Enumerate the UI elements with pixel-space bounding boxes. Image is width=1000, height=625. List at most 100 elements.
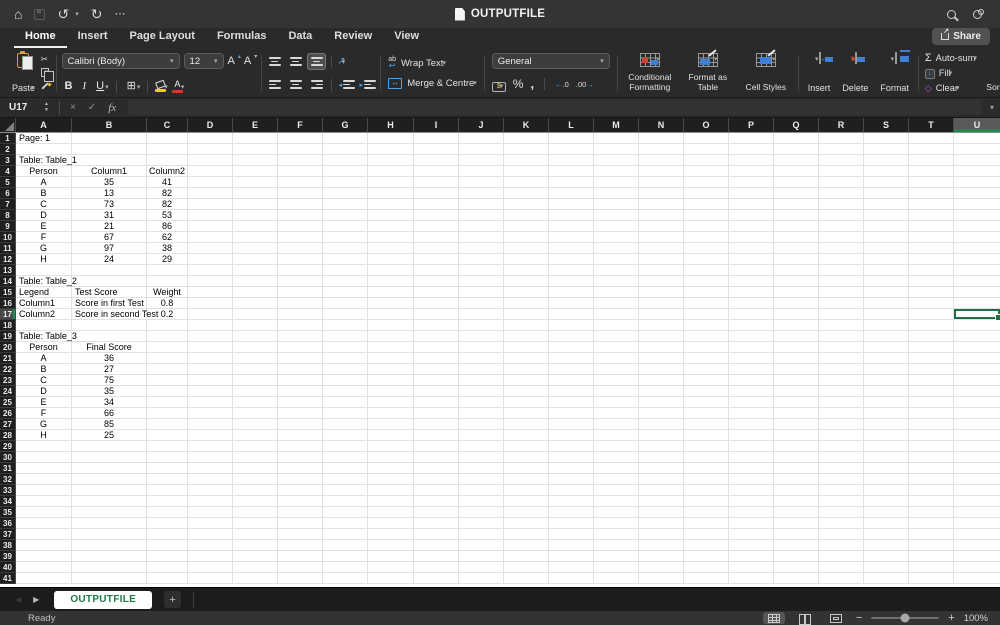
cell-B8[interactable]: 31 — [72, 210, 147, 221]
row-header-26[interactable]: 26 — [0, 408, 16, 419]
cell-M11[interactable] — [594, 243, 639, 254]
cell-T9[interactable] — [909, 221, 954, 232]
col-header-N[interactable]: N — [639, 118, 684, 132]
decrease-decimal-button[interactable]: .00→ — [576, 80, 594, 89]
cell-C9[interactable]: 86 — [147, 221, 188, 232]
row-header-1[interactable]: 1 — [0, 133, 16, 144]
cell-U18[interactable] — [954, 320, 1000, 331]
cell-Q1[interactable] — [774, 133, 819, 144]
cell-S11[interactable] — [864, 243, 909, 254]
cell-J6[interactable] — [459, 188, 504, 199]
cell-M33[interactable] — [594, 485, 639, 496]
cell-P4[interactable] — [729, 166, 774, 177]
cell-P38[interactable] — [729, 540, 774, 551]
cell-A12[interactable]: H — [16, 254, 72, 265]
tab-view[interactable]: View — [383, 28, 430, 46]
cell-M7[interactable] — [594, 199, 639, 210]
name-box[interactable]: U17 — [0, 102, 44, 113]
cell-A36[interactable] — [16, 518, 72, 529]
cell-G14[interactable] — [323, 276, 368, 287]
cell-U13[interactable] — [954, 265, 1000, 276]
cell-B18[interactable] — [72, 320, 147, 331]
cell-C37[interactable] — [147, 529, 188, 540]
cell-B12[interactable]: 24 — [72, 254, 147, 265]
cell-U9[interactable] — [954, 221, 1000, 232]
cell-T4[interactable] — [909, 166, 954, 177]
cell-U32[interactable] — [954, 474, 1000, 485]
cell-K32[interactable] — [504, 474, 549, 485]
cell-S27[interactable] — [864, 419, 909, 430]
cell-G4[interactable] — [323, 166, 368, 177]
cell-J23[interactable] — [459, 375, 504, 386]
cell-L25[interactable] — [549, 397, 594, 408]
cell-L30[interactable] — [549, 452, 594, 463]
zoom-slider-thumb[interactable] — [901, 614, 910, 623]
cell-N15[interactable] — [639, 287, 684, 298]
col-header-T[interactable]: T — [909, 118, 954, 132]
cell-H27[interactable] — [368, 419, 414, 430]
cell-R14[interactable] — [819, 276, 864, 287]
cell-F20[interactable] — [278, 342, 323, 353]
cell-F15[interactable] — [278, 287, 323, 298]
cell-D16[interactable] — [188, 298, 233, 309]
cell-O26[interactable] — [684, 408, 729, 419]
cell-P5[interactable] — [729, 177, 774, 188]
cell-S29[interactable] — [864, 441, 909, 452]
cell-L1[interactable] — [549, 133, 594, 144]
cell-U12[interactable] — [954, 254, 1000, 265]
cell-F5[interactable] — [278, 177, 323, 188]
cell-F10[interactable] — [278, 232, 323, 243]
cut-button[interactable]: ✂ — [41, 55, 49, 64]
cell-H3[interactable] — [368, 155, 414, 166]
cell-C18[interactable] — [147, 320, 188, 331]
col-header-R[interactable]: R — [819, 118, 864, 132]
cell-P18[interactable] — [729, 320, 774, 331]
cell-T27[interactable] — [909, 419, 954, 430]
cell-U35[interactable] — [954, 507, 1000, 518]
cell-F38[interactable] — [278, 540, 323, 551]
cell-E5[interactable] — [233, 177, 278, 188]
merge-centre-button[interactable]: ↔ Merge & Centre▾ — [388, 78, 477, 89]
cell-G35[interactable] — [323, 507, 368, 518]
cell-R30[interactable] — [819, 452, 864, 463]
cell-T34[interactable] — [909, 496, 954, 507]
cell-N21[interactable] — [639, 353, 684, 364]
cell-N12[interactable] — [639, 254, 684, 265]
cell-E40[interactable] — [233, 562, 278, 573]
cell-I23[interactable] — [414, 375, 459, 386]
cell-P34[interactable] — [729, 496, 774, 507]
cell-Q14[interactable] — [774, 276, 819, 287]
decrease-indent-button[interactable]: ◂ — [337, 76, 356, 93]
cell-G2[interactable] — [323, 144, 368, 155]
col-header-I[interactable]: I — [414, 118, 459, 132]
col-header-U[interactable]: U — [954, 118, 1000, 132]
cell-O23[interactable] — [684, 375, 729, 386]
row-header-3[interactable]: 3 — [0, 155, 16, 166]
cell-I25[interactable] — [414, 397, 459, 408]
cell-U23[interactable] — [954, 375, 1000, 386]
cell-S40[interactable] — [864, 562, 909, 573]
cell-R2[interactable] — [819, 144, 864, 155]
cell-A1[interactable]: Page: 1 — [16, 133, 72, 144]
cell-U19[interactable] — [954, 331, 1000, 342]
cell-S20[interactable] — [864, 342, 909, 353]
cell-H30[interactable] — [368, 452, 414, 463]
cell-N9[interactable] — [639, 221, 684, 232]
cell-J8[interactable] — [459, 210, 504, 221]
cell-T28[interactable] — [909, 430, 954, 441]
normal-view-button[interactable] — [763, 612, 785, 624]
cell-A22[interactable]: B — [16, 364, 72, 375]
cell-D34[interactable] — [188, 496, 233, 507]
cell-N4[interactable] — [639, 166, 684, 177]
cell-M17[interactable] — [594, 309, 639, 320]
cell-D3[interactable] — [188, 155, 233, 166]
cell-G25[interactable] — [323, 397, 368, 408]
row-header-2[interactable]: 2 — [0, 144, 16, 155]
cell-M15[interactable] — [594, 287, 639, 298]
cell-O6[interactable] — [684, 188, 729, 199]
cell-H29[interactable] — [368, 441, 414, 452]
cell-Q29[interactable] — [774, 441, 819, 452]
page-break-view-button[interactable] — [825, 612, 847, 624]
cell-E3[interactable] — [233, 155, 278, 166]
cell-U2[interactable] — [954, 144, 1000, 155]
